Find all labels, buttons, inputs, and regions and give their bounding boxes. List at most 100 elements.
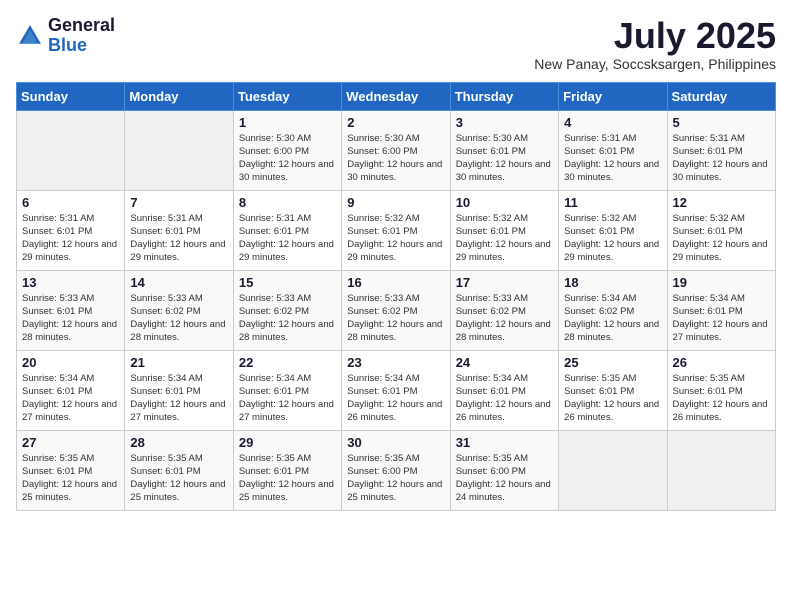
cell-info: Sunrise: 5:32 AM Sunset: 6:01 PM Dayligh… (456, 212, 553, 265)
calendar-body: 1 Sunrise: 5:30 AM Sunset: 6:00 PM Daylig… (17, 110, 776, 510)
cell-info: Sunrise: 5:34 AM Sunset: 6:02 PM Dayligh… (564, 292, 661, 345)
header-day: Sunday (17, 82, 125, 110)
cell-info: Sunrise: 5:35 AM Sunset: 6:01 PM Dayligh… (564, 372, 661, 425)
cell-info: Sunrise: 5:30 AM Sunset: 6:01 PM Dayligh… (456, 132, 553, 185)
cell-day-number: 10 (456, 195, 553, 210)
calendar-cell: 20Sunrise: 5:34 AM Sunset: 6:01 PM Dayli… (17, 350, 125, 430)
calendar-cell: 9Sunrise: 5:32 AM Sunset: 6:01 PM Daylig… (342, 190, 450, 270)
cell-day-number: 9 (347, 195, 444, 210)
calendar-row: 6 Sunrise: 5:31 AM Sunset: 6:01 PM Daylig… (17, 190, 776, 270)
cell-day-number: 8 (239, 195, 336, 210)
calendar-cell: 3Sunrise: 5:30 AM Sunset: 6:01 PM Daylig… (450, 110, 558, 190)
cell-day-number: 13 (22, 275, 119, 290)
cell-day-number: 14 (130, 275, 227, 290)
cell-info: Sunrise: 5:35 AM Sunset: 6:00 PM Dayligh… (456, 452, 553, 505)
cell-info: Sunrise: 5:33 AM Sunset: 6:01 PM Dayligh… (22, 292, 119, 345)
calendar-cell: 4 Sunrise: 5:31 AM Sunset: 6:01 PM Daylig… (559, 110, 667, 190)
location: New Panay, Soccsksargen, Philippines (534, 56, 776, 72)
logo-general: General (48, 16, 115, 36)
cell-info: Sunrise: 5:31 AM Sunset: 6:01 PM Dayligh… (239, 212, 336, 265)
cell-day-number: 1 (239, 115, 336, 130)
cell-info: Sunrise: 5:30 AM Sunset: 6:00 PM Dayligh… (347, 132, 444, 185)
cell-day-number: 2 (347, 115, 444, 130)
cell-info: Sunrise: 5:34 AM Sunset: 6:01 PM Dayligh… (239, 372, 336, 425)
calendar-cell: 2 Sunrise: 5:30 AM Sunset: 6:00 PM Daylig… (342, 110, 450, 190)
calendar-cell: 18Sunrise: 5:34 AM Sunset: 6:02 PM Dayli… (559, 270, 667, 350)
calendar-cell: 26 Sunrise: 5:35 AM Sunset: 6:01 PM Dayli… (667, 350, 775, 430)
calendar-cell (125, 110, 233, 190)
cell-info: Sunrise: 5:35 AM Sunset: 6:00 PM Dayligh… (347, 452, 444, 505)
cell-day-number: 12 (673, 195, 770, 210)
cell-day-number: 7 (130, 195, 227, 210)
calendar-cell: 24Sunrise: 5:34 AM Sunset: 6:01 PM Dayli… (450, 350, 558, 430)
calendar-cell: 27 Sunrise: 5:35 AM Sunset: 6:01 PM Dayli… (17, 430, 125, 510)
calendar-header: SundayMondayTuesdayWednesdayThursdayFrid… (17, 82, 776, 110)
cell-day-number: 21 (130, 355, 227, 370)
cell-day-number: 5 (673, 115, 770, 130)
cell-info: Sunrise: 5:35 AM Sunset: 6:01 PM Dayligh… (673, 372, 770, 425)
header-day: Wednesday (342, 82, 450, 110)
cell-day-number: 11 (564, 195, 661, 210)
logo: General Blue (16, 16, 115, 56)
calendar-row: 20 Sunrise: 5:34 AM Sunset: 6:01 PM Dayli… (17, 350, 776, 430)
calendar-row: 27 Sunrise: 5:35 AM Sunset: 6:01 PM Dayli… (17, 430, 776, 510)
cell-day-number: 4 (564, 115, 661, 130)
header-day: Friday (559, 82, 667, 110)
cell-info: Sunrise: 5:34 AM Sunset: 6:01 PM Dayligh… (130, 372, 227, 425)
calendar-cell: 31 Sunrise: 5:35 AM Sunset: 6:00 PM Dayli… (450, 430, 558, 510)
cell-day-number: 17 (456, 275, 553, 290)
calendar-cell: 30 Sunrise: 5:35 AM Sunset: 6:00 PM Dayli… (342, 430, 450, 510)
calendar-cell: 7 Sunrise: 5:31 AM Sunset: 6:01 PM Daylig… (125, 190, 233, 270)
cell-info: Sunrise: 5:31 AM Sunset: 6:01 PM Dayligh… (130, 212, 227, 265)
title-block: July 2025 New Panay, Soccsksargen, Phili… (534, 16, 776, 72)
logo-icon (16, 22, 44, 50)
cell-day-number: 20 (22, 355, 119, 370)
calendar-cell: 23Sunrise: 5:34 AM Sunset: 6:01 PM Dayli… (342, 350, 450, 430)
cell-day-number: 31 (456, 435, 553, 450)
header-day: Monday (125, 82, 233, 110)
cell-info: Sunrise: 5:33 AM Sunset: 6:02 PM Dayligh… (347, 292, 444, 345)
cell-info: Sunrise: 5:30 AM Sunset: 6:00 PM Dayligh… (239, 132, 336, 185)
month-year: July 2025 (534, 16, 776, 56)
calendar-cell: 28 Sunrise: 5:35 AM Sunset: 6:01 PM Dayli… (125, 430, 233, 510)
cell-info: Sunrise: 5:35 AM Sunset: 6:01 PM Dayligh… (239, 452, 336, 505)
cell-day-number: 19 (673, 275, 770, 290)
calendar-cell: 12 Sunrise: 5:32 AM Sunset: 6:01 PM Dayli… (667, 190, 775, 270)
cell-info: Sunrise: 5:33 AM Sunset: 6:02 PM Dayligh… (456, 292, 553, 345)
cell-day-number: 16 (347, 275, 444, 290)
header-row: SundayMondayTuesdayWednesdayThursdayFrid… (17, 82, 776, 110)
cell-info: Sunrise: 5:31 AM Sunset: 6:01 PM Dayligh… (564, 132, 661, 185)
calendar-cell: 22 Sunrise: 5:34 AM Sunset: 6:01 PM Dayli… (233, 350, 341, 430)
calendar-row: 1 Sunrise: 5:30 AM Sunset: 6:00 PM Daylig… (17, 110, 776, 190)
cell-day-number: 23 (347, 355, 444, 370)
cell-day-number: 28 (130, 435, 227, 450)
calendar-cell: 5 Sunrise: 5:31 AM Sunset: 6:01 PM Daylig… (667, 110, 775, 190)
calendar-row: 13 Sunrise: 5:33 AM Sunset: 6:01 PM Dayli… (17, 270, 776, 350)
calendar-cell (17, 110, 125, 190)
header-day: Thursday (450, 82, 558, 110)
cell-info: Sunrise: 5:34 AM Sunset: 6:01 PM Dayligh… (673, 292, 770, 345)
calendar-cell: 16 Sunrise: 5:33 AM Sunset: 6:02 PM Dayli… (342, 270, 450, 350)
cell-day-number: 26 (673, 355, 770, 370)
cell-day-number: 30 (347, 435, 444, 450)
cell-info: Sunrise: 5:35 AM Sunset: 6:01 PM Dayligh… (22, 452, 119, 505)
cell-day-number: 27 (22, 435, 119, 450)
calendar-cell: 21 Sunrise: 5:34 AM Sunset: 6:01 PM Dayli… (125, 350, 233, 430)
cell-day-number: 6 (22, 195, 119, 210)
cell-info: Sunrise: 5:32 AM Sunset: 6:01 PM Dayligh… (673, 212, 770, 265)
calendar-cell: 13 Sunrise: 5:33 AM Sunset: 6:01 PM Dayli… (17, 270, 125, 350)
calendar-cell: 1 Sunrise: 5:30 AM Sunset: 6:00 PM Daylig… (233, 110, 341, 190)
calendar-cell: 29Sunrise: 5:35 AM Sunset: 6:01 PM Dayli… (233, 430, 341, 510)
cell-info: Sunrise: 5:35 AM Sunset: 6:01 PM Dayligh… (130, 452, 227, 505)
calendar-cell: 25Sunrise: 5:35 AM Sunset: 6:01 PM Dayli… (559, 350, 667, 430)
calendar-cell: 10 Sunrise: 5:32 AM Sunset: 6:01 PM Dayli… (450, 190, 558, 270)
cell-info: Sunrise: 5:31 AM Sunset: 6:01 PM Dayligh… (673, 132, 770, 185)
cell-day-number: 22 (239, 355, 336, 370)
cell-info: Sunrise: 5:33 AM Sunset: 6:02 PM Dayligh… (239, 292, 336, 345)
calendar-cell (559, 430, 667, 510)
cell-info: Sunrise: 5:34 AM Sunset: 6:01 PM Dayligh… (456, 372, 553, 425)
calendar-cell: 11Sunrise: 5:32 AM Sunset: 6:01 PM Dayli… (559, 190, 667, 270)
cell-info: Sunrise: 5:33 AM Sunset: 6:02 PM Dayligh… (130, 292, 227, 345)
header-day: Saturday (667, 82, 775, 110)
calendar-cell: 14 Sunrise: 5:33 AM Sunset: 6:02 PM Dayli… (125, 270, 233, 350)
